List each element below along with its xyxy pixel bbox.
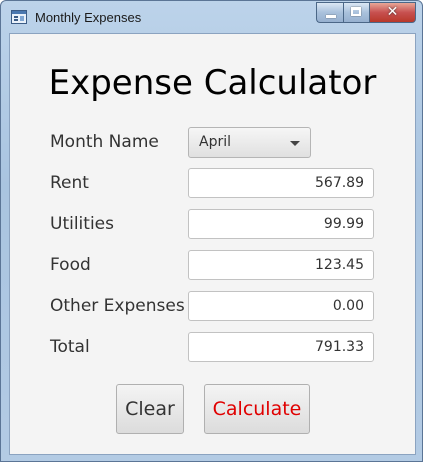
close-icon: ✕: [386, 4, 399, 20]
maximize-button[interactable]: [343, 2, 370, 23]
other-expenses-input[interactable]: 0.00: [188, 291, 374, 321]
rent-input[interactable]: 567.89: [188, 168, 374, 198]
month-dropdown[interactable]: April: [188, 127, 311, 158]
maximize-icon: [351, 7, 361, 16]
utilities-input[interactable]: 99.99: [188, 209, 374, 239]
month-label: Month Name: [50, 132, 159, 152]
app-icon: [11, 10, 27, 24]
total-input[interactable]: 791.33: [188, 332, 374, 362]
chevron-down-icon: [290, 141, 300, 146]
calculate-button[interactable]: Calculate: [204, 384, 310, 434]
total-label: Total: [50, 337, 90, 357]
application-window: Monthly Expenses ✕ Expense Calculator Mo…: [0, 0, 423, 462]
minimize-button[interactable]: [316, 2, 343, 23]
rent-label: Rent: [50, 173, 89, 193]
minimize-icon: [326, 15, 336, 18]
page-title: Expense Calculator: [48, 63, 377, 103]
month-selected-value: April: [199, 134, 231, 150]
window-title: Monthly Expenses: [35, 10, 142, 25]
close-button[interactable]: ✕: [370, 2, 416, 23]
other-expenses-label: Other Expenses: [50, 296, 185, 316]
food-label: Food: [50, 255, 91, 275]
clear-button[interactable]: Clear: [116, 384, 184, 434]
content-pane: Expense Calculator Month Name April Rent…: [9, 33, 416, 455]
title-bar[interactable]: Monthly Expenses ✕: [1, 1, 422, 33]
window-controls: ✕: [316, 2, 416, 23]
utilities-label: Utilities: [50, 214, 114, 234]
food-input[interactable]: 123.45: [188, 250, 374, 280]
